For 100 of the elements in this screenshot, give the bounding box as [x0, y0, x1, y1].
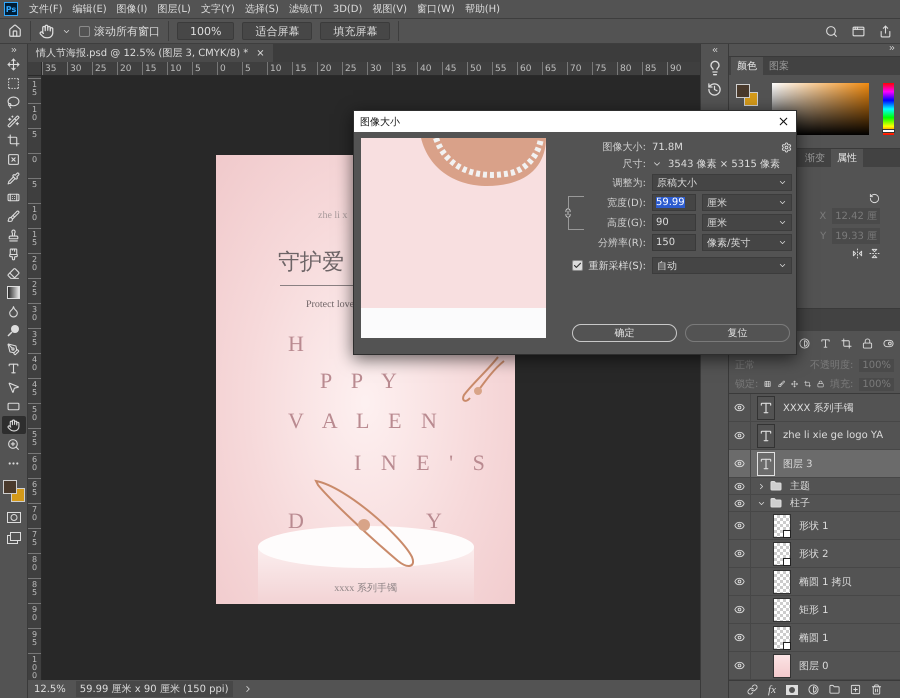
- eye-icon[interactable]: [734, 632, 745, 643]
- history-icon[interactable]: [707, 82, 722, 97]
- value-field[interactable]: 150: [652, 234, 696, 251]
- menu-item[interactable]: 视图(V): [367, 2, 412, 16]
- eye-icon[interactable]: [734, 480, 745, 492]
- poster-letters: D: [288, 510, 311, 532]
- dialog-button[interactable]: 确定: [572, 324, 677, 342]
- color-swatches[interactable]: [2, 479, 26, 503]
- eye-icon[interactable]: [734, 498, 745, 508]
- layer-row[interactable]: 图层 0: [729, 652, 900, 680]
- crop-icon[interactable]: [804, 379, 811, 389]
- hand-icon[interactable]: [39, 24, 54, 38]
- poster-letters: H: [288, 333, 311, 355]
- layer-row[interactable]: 椭圆 1 拷贝: [729, 568, 900, 596]
- flip-horizontal-icon[interactable]: [852, 248, 863, 259]
- resample-select[interactable]: 自动: [652, 257, 792, 274]
- hue-slider[interactable]: [882, 83, 894, 135]
- eye-icon[interactable]: [734, 660, 745, 671]
- option-button[interactable]: 适合屏幕: [242, 22, 312, 40]
- home-icon[interactable]: [8, 24, 22, 38]
- folder-icon[interactable]: [828, 684, 840, 695]
- search-icon[interactable]: [825, 24, 838, 38]
- menu-item[interactable]: 图像(I): [112, 2, 152, 16]
- expand-icon[interactable]: [10, 46, 18, 54]
- layer-name: 椭圆 1 拷贝: [799, 576, 852, 588]
- new-layer-icon[interactable]: [850, 684, 861, 695]
- eye-icon[interactable]: [734, 576, 745, 587]
- value-field[interactable]: 59.99: [652, 194, 696, 211]
- checkbox[interactable]: [572, 260, 584, 271]
- toggle-icon[interactable]: [883, 338, 894, 348]
- window-icon[interactable]: [852, 24, 865, 38]
- link-icon[interactable]: [747, 684, 758, 695]
- trash-icon[interactable]: [870, 684, 882, 695]
- eye-icon[interactable]: [734, 520, 745, 531]
- menu-item[interactable]: 选择(S): [240, 2, 284, 16]
- hue-marker[interactable]: [882, 130, 894, 132]
- unit-select[interactable]: 厘米: [702, 214, 792, 231]
- close-icon[interactable]: [777, 115, 790, 128]
- caret-icon: [778, 178, 787, 187]
- move-icon[interactable]: [790, 379, 798, 389]
- poster-letters: Y: [426, 510, 449, 532]
- mask-icon[interactable]: [786, 684, 798, 694]
- menu-item[interactable]: 图层(L): [152, 2, 196, 16]
- menu-item[interactable]: 编辑(E): [68, 2, 112, 16]
- menu-item[interactable]: 帮助(H): [460, 2, 506, 16]
- app-logo[interactable]: Ps: [4, 2, 18, 16]
- menu-item[interactable]: 滤镜(T): [284, 2, 328, 16]
- panel-tab[interactable]: 属性: [831, 149, 863, 167]
- panel-tab[interactable]: 渐变: [799, 149, 831, 167]
- eye-icon[interactable]: [734, 458, 745, 469]
- color-swatches[interactable]: [735, 83, 758, 107]
- layer-row[interactable]: 图层 3: [729, 450, 900, 478]
- layer-row[interactable]: XXXX 系列手镯: [729, 394, 900, 422]
- flip-vertical-icon[interactable]: [869, 248, 880, 259]
- adjustment-icon[interactable]: [808, 684, 819, 695]
- fit-select[interactable]: 原稿大小: [652, 174, 792, 191]
- document-tab[interactable]: 情人节海报.psd @ 12.5% (图层 3, CMYK/8) * ×: [28, 44, 273, 62]
- menu-item[interactable]: 窗口(W): [412, 2, 460, 16]
- menu-item[interactable]: 3D(D): [328, 4, 368, 14]
- unit-select[interactable]: 厘米: [702, 194, 792, 211]
- adjustment-filter-icon[interactable]: [799, 338, 810, 348]
- expand-icon[interactable]: [888, 44, 896, 52]
- screen-mode-icon[interactable]: [6, 532, 20, 544]
- quick-mask-icon[interactable]: [6, 512, 20, 523]
- brush-icon[interactable]: [778, 379, 785, 389]
- option-button[interactable]: 填充屏幕: [320, 22, 390, 40]
- eye-icon[interactable]: [734, 548, 745, 559]
- checkbox[interactable]: [79, 26, 90, 36]
- collapse-icon[interactable]: [710, 46, 718, 54]
- menu-item[interactable]: 文字(Y): [196, 2, 240, 16]
- layer-row[interactable]: 柱子: [729, 495, 900, 512]
- layer-row[interactable]: 形状 2: [729, 540, 900, 568]
- rotate-icon[interactable]: [869, 193, 880, 204]
- close-tab-button[interactable]: ×: [256, 48, 265, 58]
- lock-icon[interactable]: [816, 379, 824, 389]
- panel-tab[interactable]: 图案: [763, 57, 795, 75]
- tool-button[interactable]: [2, 416, 26, 434]
- layer-row[interactable]: 椭圆 1: [729, 624, 900, 652]
- share-icon[interactable]: [879, 24, 892, 38]
- panel-tab[interactable]: 颜色: [731, 57, 763, 75]
- fx-button[interactable]: fx: [768, 684, 776, 696]
- field-label: 高度(G):: [607, 216, 646, 230]
- layer-row[interactable]: 主题: [729, 478, 900, 495]
- option-button[interactable]: 100%: [177, 22, 234, 40]
- type-filter-icon[interactable]: [820, 338, 831, 348]
- grid-icon[interactable]: [764, 379, 772, 389]
- chevron-right-icon[interactable]: [757, 482, 766, 490]
- menu-item[interactable]: 文件(F): [24, 2, 68, 16]
- eye-icon[interactable]: [734, 430, 745, 441]
- dialog-button[interactable]: 复位: [685, 324, 790, 342]
- settings-icon[interactable]: [781, 142, 792, 152]
- eye-icon[interactable]: [734, 604, 745, 615]
- value-field[interactable]: 90: [652, 214, 696, 231]
- image-size-value: 71.8M: [652, 142, 684, 152]
- eye-icon[interactable]: [734, 402, 745, 413]
- unit-select[interactable]: 像素/英寸: [702, 234, 792, 251]
- shape-filter-icon[interactable]: [841, 338, 852, 348]
- layer-row[interactable]: 形状 1: [729, 512, 900, 540]
- lock-filter-icon[interactable]: [862, 338, 873, 348]
- layer-row[interactable]: 矩形 1: [729, 596, 900, 624]
